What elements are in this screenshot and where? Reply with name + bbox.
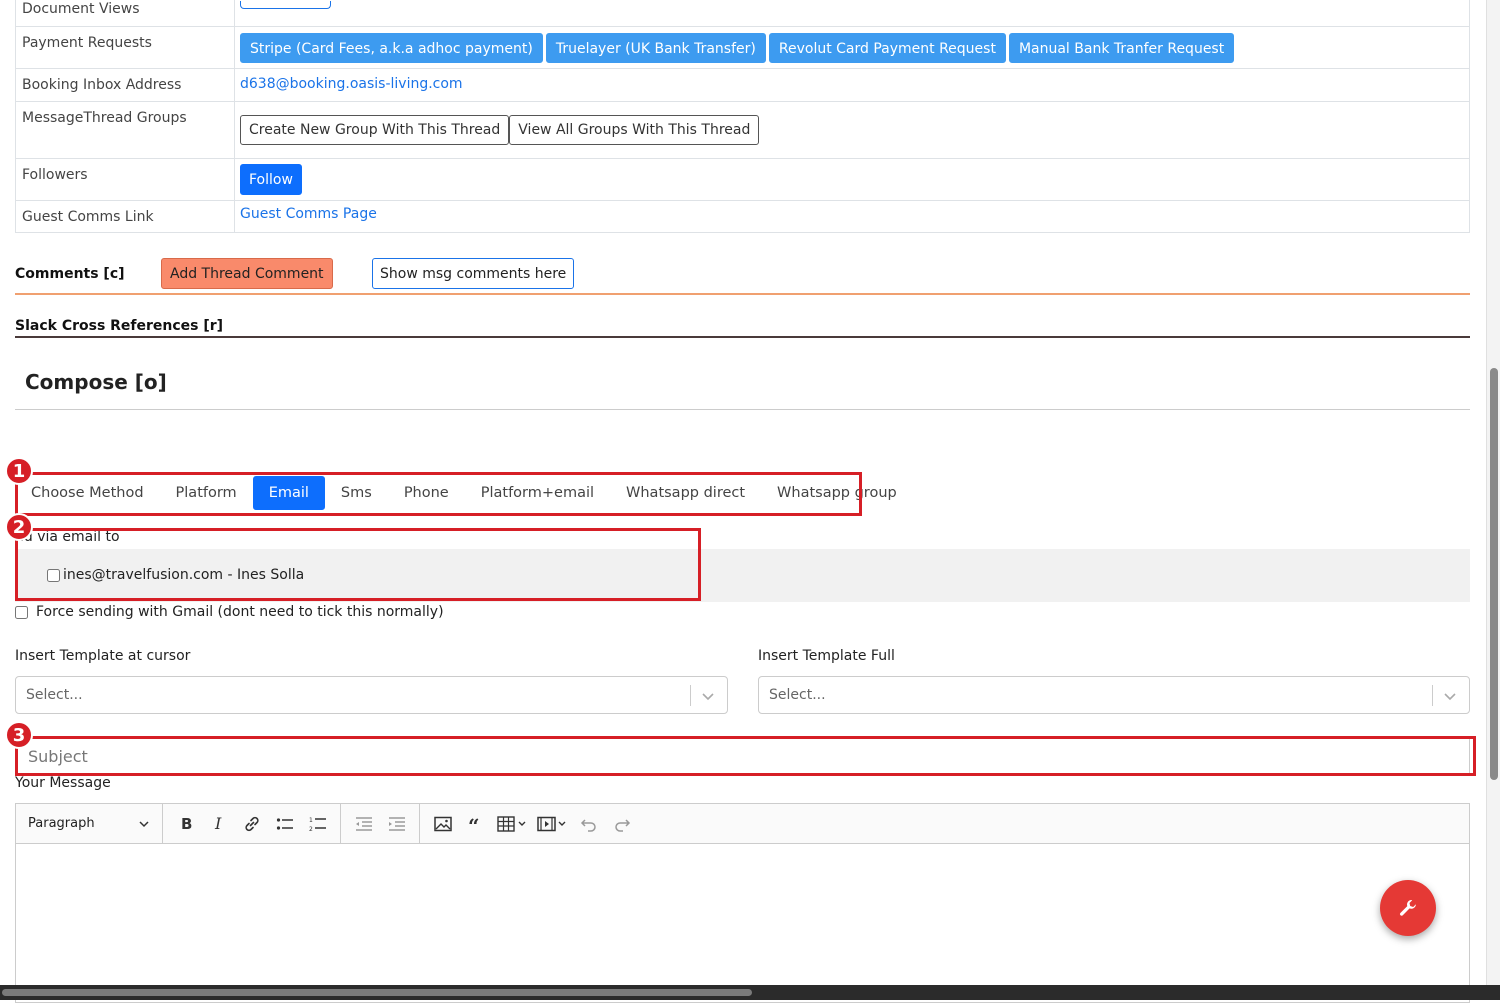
tab-email[interactable]: Email: [252, 476, 325, 510]
table-row: Booking Inbox Address d638@booking.oasis…: [15, 68, 1470, 102]
force-gmail-label: Force sending with Gmail (dont need to t…: [36, 604, 444, 620]
table-icon[interactable]: [492, 809, 532, 839]
link-icon[interactable]: [235, 809, 268, 839]
recipient-label: ines@travelfusion.com - Ines Solla: [63, 567, 305, 583]
italic-icon[interactable]: I: [202, 809, 235, 839]
chevron-down-icon: [1444, 693, 1456, 701]
stripe-payment-button[interactable]: Stripe (Card Fees, a.k.a adhoc payment): [240, 33, 543, 63]
document-views-button[interactable]: [240, 1, 331, 9]
tab-platform-email[interactable]: Platform+email: [465, 476, 610, 510]
svg-text:1: 1: [309, 817, 313, 824]
select-placeholder: Select...: [769, 687, 826, 703]
slack-title: Slack Cross References [r]: [15, 318, 224, 334]
thread-info-table: Document Views Payment Requests Stripe (…: [15, 0, 1470, 233]
numbered-list-icon[interactable]: 12: [301, 809, 334, 839]
bullet-list-icon[interactable]: [268, 809, 301, 839]
tab-platform[interactable]: Platform: [160, 476, 253, 510]
chevron-down-icon: [139, 820, 149, 827]
payment-requests-label: Payment Requests: [15, 26, 235, 69]
subject-input[interactable]: [15, 738, 1470, 774]
annotation-badge-1: 1: [5, 457, 33, 485]
tab-sms[interactable]: Sms: [325, 476, 388, 510]
guest-comms-link[interactable]: Guest Comms Page: [240, 206, 377, 222]
booking-inbox-label: Booking Inbox Address: [15, 68, 235, 102]
add-thread-comment-button[interactable]: Add Thread Comment: [161, 258, 333, 289]
toolbar-group: B I 12: [163, 803, 341, 844]
blockquote-icon[interactable]: “: [459, 809, 492, 839]
select-separator: [1432, 685, 1433, 706]
tools-fab-button[interactable]: [1380, 880, 1436, 936]
compose-header: Compose [o]: [15, 358, 1470, 410]
editor-toolbar: Paragraph B I 12 “: [16, 803, 1469, 844]
toolbar-group: “: [420, 804, 644, 844]
media-icon[interactable]: [532, 809, 572, 839]
recipient-item[interactable]: ines@travelfusion.com - Ines Solla: [47, 567, 304, 583]
recipient-checkbox[interactable]: [47, 568, 60, 582]
message-editor: Paragraph B I 12 “: [15, 803, 1470, 1003]
template-full-label: Insert Template Full: [758, 648, 895, 664]
table-row: Payment Requests Stripe (Card Fees, a.k.…: [15, 26, 1470, 69]
bold-icon[interactable]: B: [169, 809, 202, 839]
paragraph-format-label: Paragraph: [28, 816, 95, 831]
slack-section: Slack Cross References [r]: [15, 312, 1470, 338]
outdent-icon[interactable]: [347, 809, 380, 839]
comments-title: Comments [c]: [15, 266, 125, 282]
template-full-select[interactable]: Select...: [758, 676, 1470, 714]
comments-section: Comments [c] Add Thread Comment Show msg…: [15, 258, 1470, 295]
table-row: Followers Follow: [15, 158, 1470, 201]
document-views-label: Document Views: [15, 0, 235, 27]
followers-label: Followers: [15, 158, 235, 201]
table-row: Document Views: [15, 0, 1470, 27]
select-placeholder: Select...: [26, 687, 83, 703]
truelayer-payment-button[interactable]: Truelayer (UK Bank Transfer): [545, 33, 766, 63]
template-cursor-select[interactable]: Select...: [15, 676, 728, 714]
tab-choose-method[interactable]: Choose Method: [15, 476, 160, 510]
messagethread-groups-label: MessageThread Groups: [15, 101, 235, 159]
svg-text:2: 2: [309, 826, 313, 833]
force-gmail-checkbox[interactable]: [15, 605, 28, 619]
follow-button[interactable]: Follow: [240, 164, 302, 195]
horizontal-scrollbar[interactable]: [0, 985, 1500, 1000]
paragraph-format-select[interactable]: Paragraph: [16, 803, 163, 844]
wrench-icon: [1400, 900, 1416, 916]
manual-bank-transfer-button[interactable]: Manual Bank Tranfer Request: [1008, 33, 1235, 63]
indent-icon[interactable]: [380, 809, 413, 839]
table-row: Guest Comms Link Guest Comms Page: [15, 200, 1470, 233]
compose-method-tabs: Choose Method Platform Email Sms Phone P…: [15, 476, 913, 510]
guest-comms-label: Guest Comms Link: [15, 200, 235, 233]
view-groups-button[interactable]: View All Groups With This Thread: [509, 115, 760, 145]
undo-icon[interactable]: [572, 809, 605, 839]
revolut-payment-button[interactable]: Revolut Card Payment Request: [768, 33, 1006, 63]
vertical-scroll-thumb[interactable]: [1490, 368, 1498, 780]
chevron-down-icon: [702, 693, 714, 701]
table-row: MessageThread Groups Create New Group Wi…: [15, 101, 1470, 159]
tab-whatsapp-direct[interactable]: Whatsapp direct: [610, 476, 761, 510]
annotation-badge-3: 3: [5, 721, 33, 749]
svg-text:B: B: [181, 816, 192, 832]
show-msg-comments-button[interactable]: Show msg comments here: [372, 258, 575, 289]
annotation-badge-2: 2: [5, 513, 33, 541]
create-group-button[interactable]: Create New Group With This Thread: [240, 115, 510, 145]
tab-whatsapp-group[interactable]: Whatsapp group: [761, 476, 913, 510]
select-separator: [690, 685, 691, 706]
redo-icon[interactable]: [605, 809, 638, 839]
booking-inbox-link[interactable]: d638@booking.oasis-living.com: [240, 76, 463, 92]
compose-title: Compose [o]: [25, 370, 167, 394]
template-cursor-label: Insert Template at cursor: [15, 648, 191, 664]
horizontal-scroll-thumb[interactable]: [2, 989, 752, 996]
toolbar-group: [341, 803, 420, 844]
tab-phone[interactable]: Phone: [388, 476, 465, 510]
vertical-scrollbar[interactable]: [1486, 0, 1500, 1000]
your-message-label: Your Message: [15, 775, 111, 791]
svg-text:I: I: [214, 816, 222, 832]
force-gmail-option[interactable]: Force sending with Gmail (dont need to t…: [15, 604, 444, 620]
image-icon[interactable]: [426, 809, 459, 839]
svg-text:“: “: [468, 816, 480, 832]
recipients-list: ines@travelfusion.com - Ines Solla: [15, 549, 1470, 602]
